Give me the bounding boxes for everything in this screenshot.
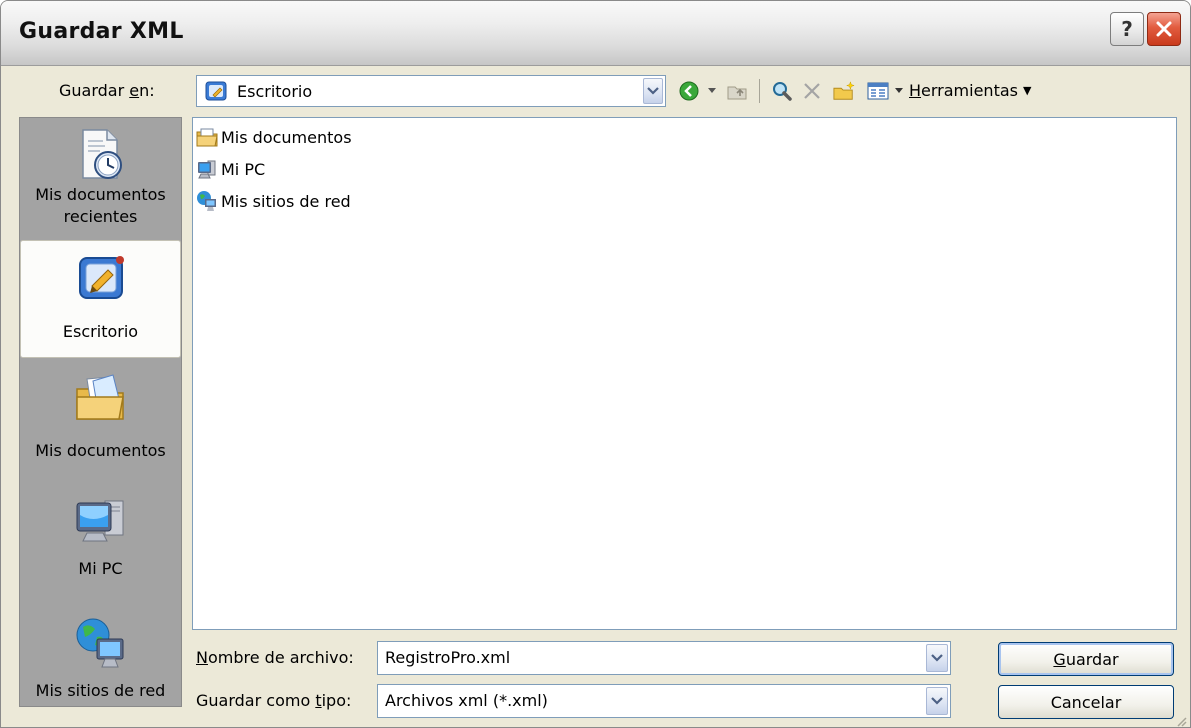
- file-name-label: Nombre de archivo:: [196, 648, 354, 667]
- file-name: Mi PC: [221, 159, 266, 179]
- cancel-button[interactable]: Cancelar: [998, 685, 1174, 719]
- toolbar-separator: [759, 79, 760, 103]
- title-bar[interactable]: Guardar XML ?: [1, 1, 1190, 66]
- delete-icon: [804, 83, 820, 99]
- close-button[interactable]: [1147, 12, 1181, 46]
- chevron-down-icon: [708, 88, 716, 93]
- save-in-value: Escritorio: [237, 82, 313, 101]
- resize-grip-icon: [1177, 717, 1187, 727]
- file-name-value: RegistroPro.xml: [385, 648, 511, 667]
- cancel-button-label: Cancelar: [1050, 692, 1122, 712]
- save-in-dropdown[interactable]: Escritorio: [196, 75, 666, 107]
- file-type-dropdown-arrow[interactable]: [926, 687, 948, 715]
- file-type-label: Guardar como tipo:: [196, 691, 352, 710]
- list-item[interactable]: Mi PC: [195, 156, 265, 182]
- my-documents-icon: [72, 370, 130, 428]
- network-icon: [195, 189, 219, 213]
- place-my-documents[interactable]: Mis documentos: [20, 362, 181, 480]
- back-arrow-icon: [679, 81, 699, 101]
- back-button[interactable]: [678, 80, 700, 102]
- save-button-label: Guardar: [1053, 649, 1119, 669]
- recent-documents-icon: [72, 126, 130, 184]
- file-name: Mis documentos: [221, 127, 352, 147]
- up-folder-icon: [727, 86, 747, 100]
- resize-grip[interactable]: [1175, 712, 1187, 727]
- place-label: Escritorio: [62, 322, 139, 341]
- help-button[interactable]: ?: [1110, 12, 1144, 46]
- delete-button[interactable]: [801, 80, 823, 102]
- list-item[interactable]: Mis sitios de red: [195, 188, 351, 214]
- window-title: Guardar XML: [19, 19, 184, 44]
- desktop-small-icon: [205, 80, 227, 106]
- close-icon: [1156, 21, 1172, 37]
- views-icon: [867, 82, 889, 100]
- save-button[interactable]: Guardar: [998, 642, 1174, 676]
- place-my-computer[interactable]: Mi PC: [20, 484, 181, 602]
- save-xml-dialog: Guardar XML ? Guardar en: Escritorio Her…: [0, 0, 1191, 728]
- desktop-icon: [72, 249, 130, 307]
- place-label: Mi PC: [78, 559, 123, 578]
- search-icon: [773, 82, 792, 101]
- places-bar: Mis documentos recientes Escritorio Mis …: [19, 117, 182, 707]
- chevron-down-icon: [647, 87, 659, 95]
- place-network-places[interactable]: Mis sitios de red: [20, 606, 181, 724]
- views-dropdown[interactable]: [893, 80, 905, 102]
- search-web-button[interactable]: [771, 80, 793, 102]
- chevron-down-icon: [931, 697, 943, 705]
- place-desktop[interactable]: Escritorio: [20, 240, 181, 358]
- tools-dropdown-icon: ▼: [1022, 84, 1032, 97]
- folder-documents-icon: [195, 125, 219, 149]
- back-dropdown[interactable]: [706, 80, 718, 102]
- help-icon: ?: [1121, 17, 1133, 41]
- file-name: Mis sitios de red: [221, 191, 351, 211]
- list-item[interactable]: Mis documentos: [195, 124, 352, 150]
- computer-icon: [195, 157, 219, 181]
- file-type-select[interactable]: Archivos xml (*.xml): [377, 684, 951, 718]
- tools-menu[interactable]: Herramientas ▼: [909, 81, 1031, 100]
- network-places-icon: [72, 614, 130, 672]
- file-name-dropdown-arrow[interactable]: [926, 644, 948, 672]
- my-computer-icon: [72, 492, 130, 550]
- place-recent-documents[interactable]: Mis documentos recientes: [20, 118, 181, 236]
- up-folder-button[interactable]: [726, 80, 748, 102]
- file-list[interactable]: Mis documentos Mi PC Mis sitios de red: [192, 117, 1177, 630]
- place-label: Mis sitios de red: [35, 681, 166, 700]
- new-folder-button[interactable]: [833, 80, 855, 102]
- file-name-input[interactable]: RegistroPro.xml: [377, 641, 951, 675]
- chevron-down-icon: [931, 654, 943, 662]
- chevron-down-icon: [895, 88, 903, 93]
- save-in-label: Guardar en:: [59, 81, 155, 100]
- file-type-value: Archivos xml (*.xml): [385, 691, 548, 710]
- place-label: Mis documentos recientes: [35, 185, 166, 226]
- save-in-dropdown-arrow[interactable]: [643, 78, 663, 104]
- new-folder-icon: [833, 81, 855, 100]
- place-label: Mis documentos: [35, 441, 166, 460]
- views-button[interactable]: [867, 80, 889, 102]
